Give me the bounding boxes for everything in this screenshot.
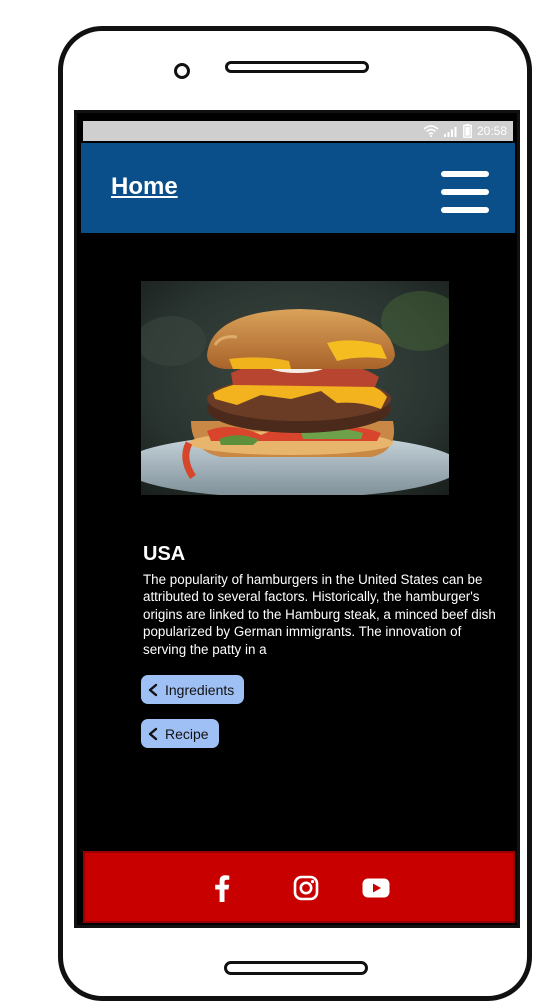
recipe-button[interactable]: Recipe — [141, 719, 219, 748]
app-header: Home — [81, 143, 515, 233]
ingredients-button-label: Ingredients — [165, 681, 235, 698]
hardware-home-button[interactable] — [224, 961, 368, 975]
status-bar: 20:58 — [83, 121, 513, 141]
chevron-left-icon — [148, 727, 158, 740]
youtube-icon[interactable] — [361, 873, 391, 903]
hamburger-menu-icon[interactable] — [441, 171, 489, 213]
speaker-grille — [225, 61, 369, 73]
recipe-button-label: Recipe — [165, 725, 209, 742]
dish-description: The popularity of hamburgers in the Unit… — [143, 572, 496, 657]
home-link[interactable]: Home — [111, 173, 178, 201]
wifi-icon — [423, 125, 439, 137]
ingredients-button[interactable]: Ingredients — [141, 675, 245, 704]
footer-bar — [83, 851, 515, 923]
hamburger-food-photo — [141, 281, 449, 495]
battery-icon — [463, 124, 472, 138]
chevron-left-icon — [148, 683, 158, 696]
instagram-icon[interactable] — [291, 873, 321, 903]
phone-screen: 20:58 Home USA The popularity of hamburg… — [74, 110, 520, 928]
camera-icon — [174, 63, 190, 79]
country-title: USA — [143, 543, 186, 565]
signal-icon — [443, 127, 457, 137]
status-time: 20:58 — [476, 124, 507, 138]
facebook-icon[interactable] — [207, 873, 237, 903]
